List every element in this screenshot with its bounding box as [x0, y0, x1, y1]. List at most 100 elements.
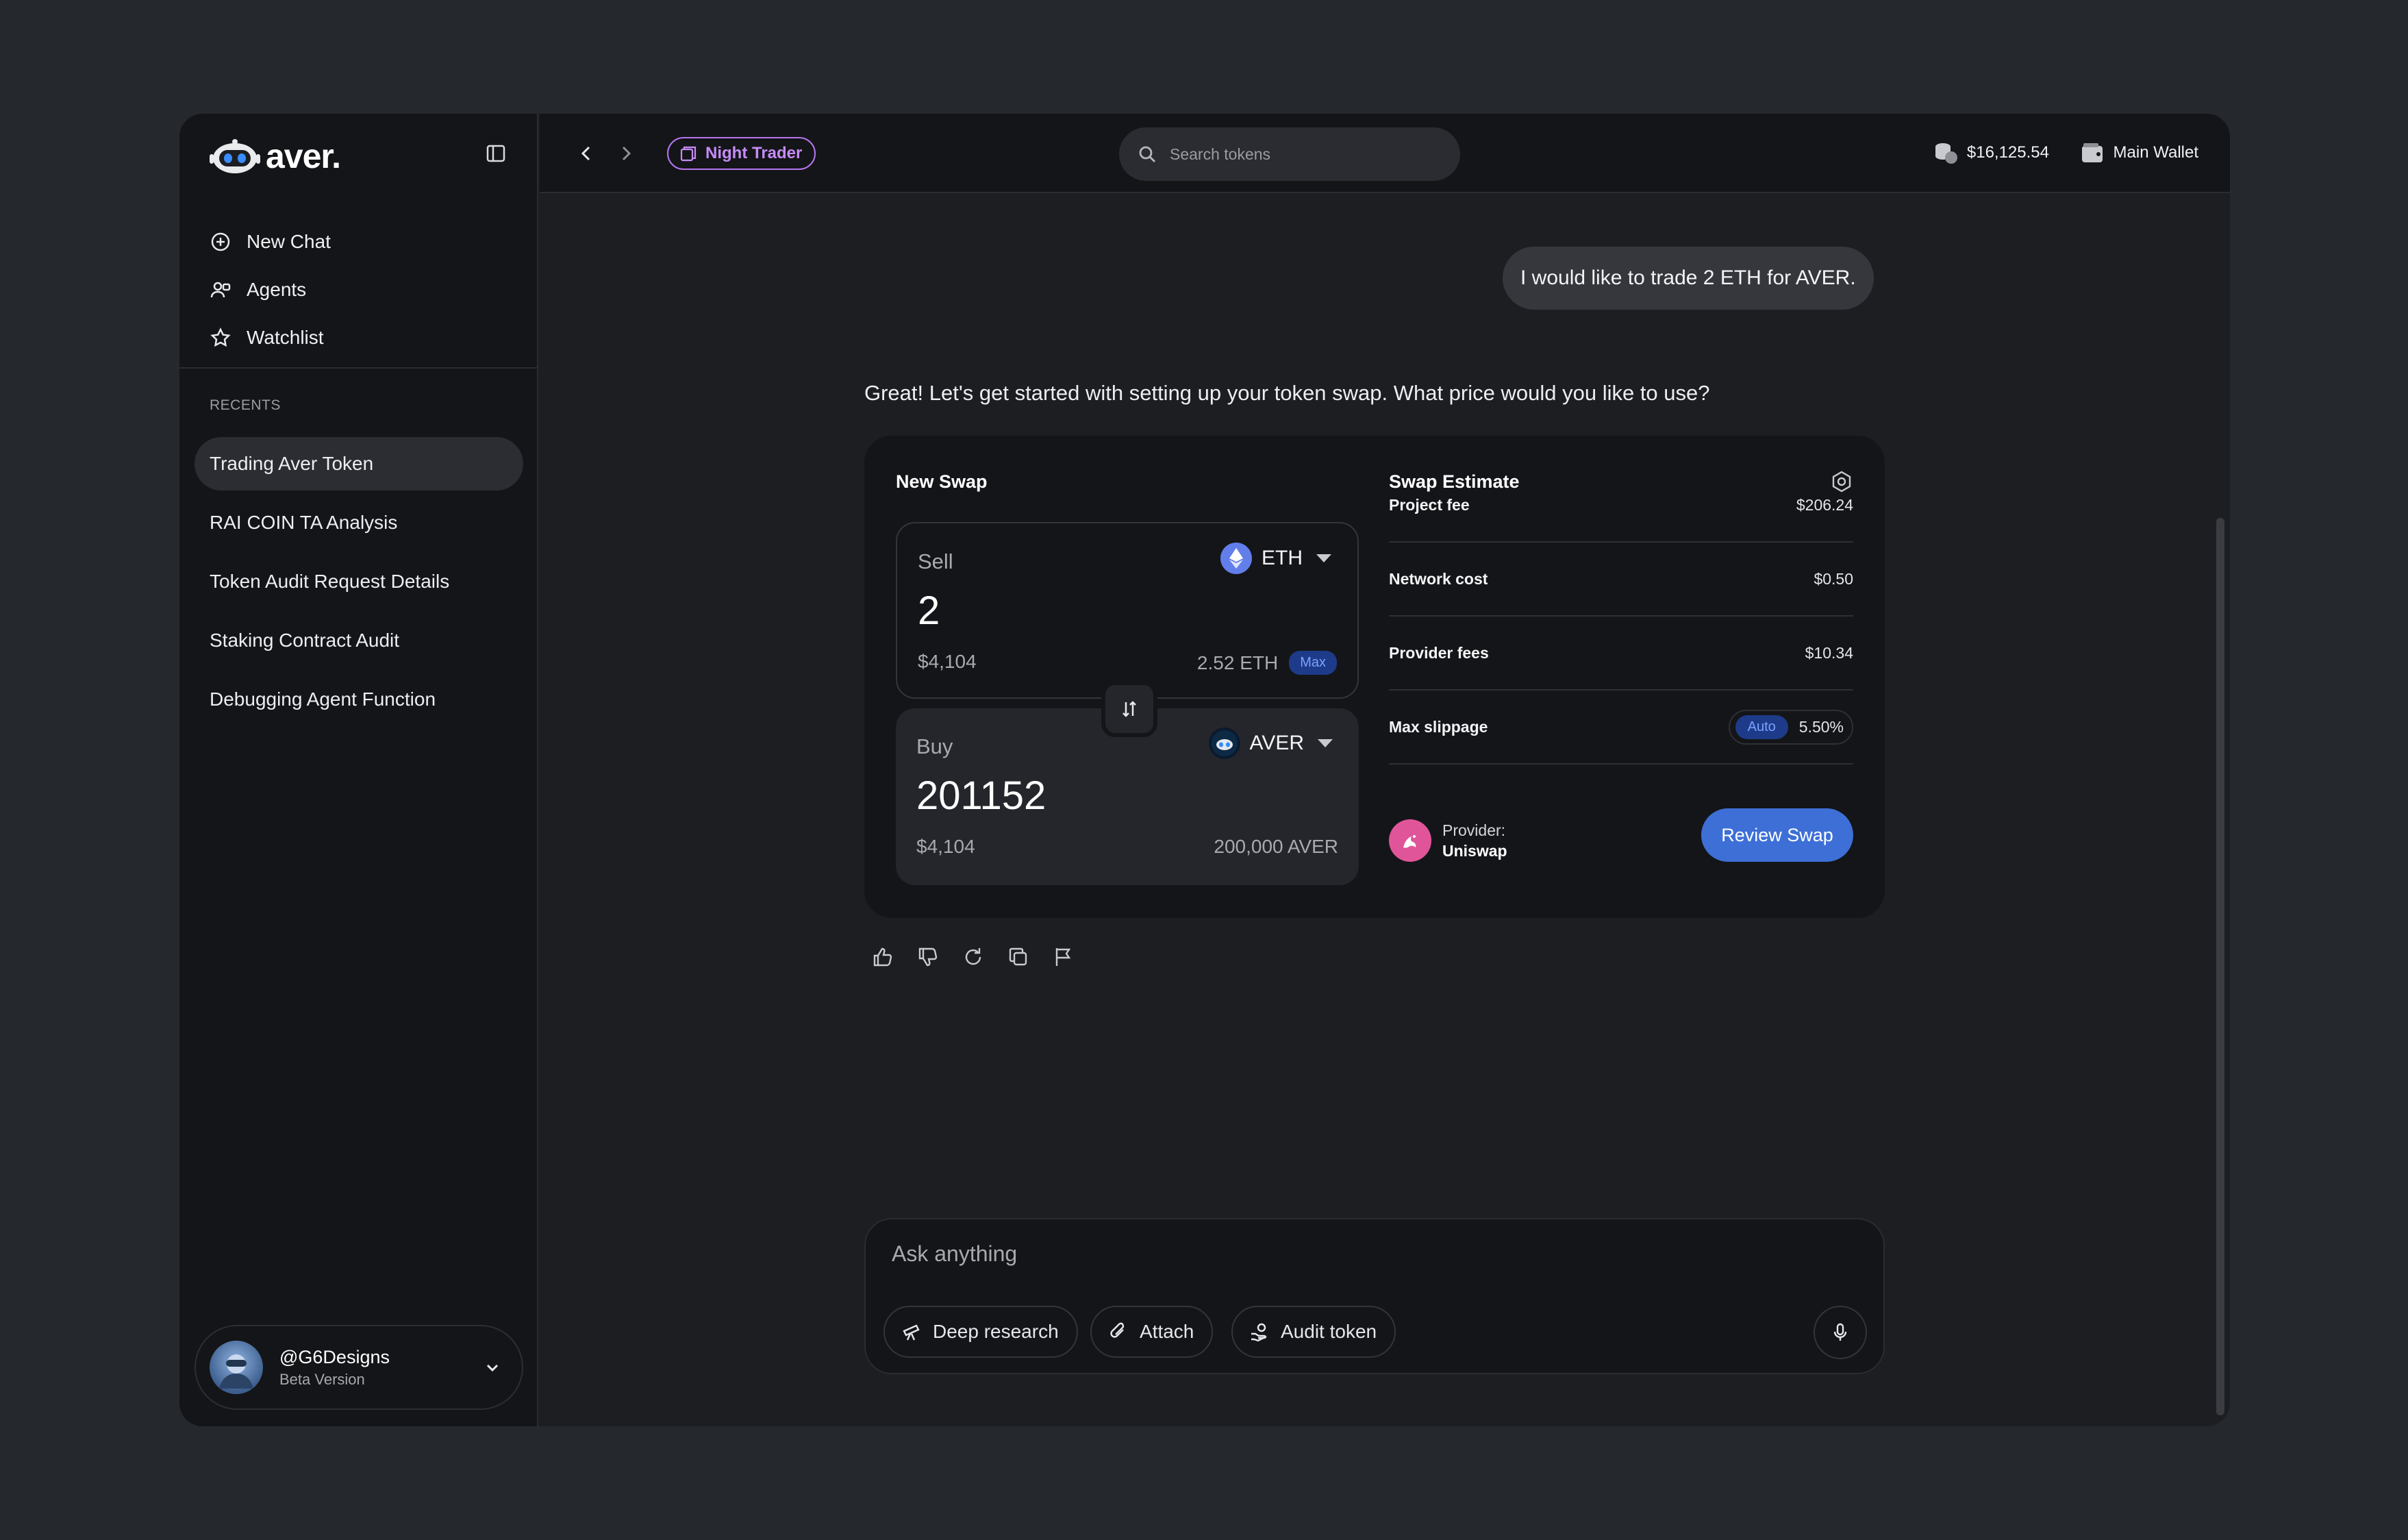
watchlist-button[interactable]: Watchlist	[210, 314, 331, 362]
recent-item-staking-audit[interactable]: Staking Contract Audit	[195, 614, 523, 667]
agent-badge-label: Night Trader	[705, 144, 803, 162]
recents-list: Trading Aver Token RAI COIN TA Analysis …	[195, 437, 523, 732]
regenerate-icon[interactable]	[962, 945, 985, 969]
new-swap-title: New Swap	[896, 471, 988, 492]
project-fee-value: $206.24	[1796, 495, 1853, 514]
buy-token-name: AVER	[1249, 732, 1304, 754]
sidebar: aver. New Chat Agents Watchlist RECENTS	[179, 114, 538, 1426]
microphone-icon	[1833, 1323, 1847, 1341]
deep-research-button[interactable]: Deep research	[883, 1306, 1078, 1358]
sidebar-nav: New Chat Agents Watchlist	[210, 218, 331, 362]
top-bar: Night Trader $16,125.54 Main Wallet	[540, 114, 2230, 193]
sell-usd-value: $4,104	[918, 651, 977, 672]
avatar	[210, 1341, 263, 1394]
provider-info: Provider: Uniswap	[1389, 819, 1507, 862]
max-button[interactable]: Max	[1289, 651, 1337, 675]
max-slippage-row: Max slippage Auto 5.50%	[1389, 691, 1853, 765]
coins-icon	[1935, 143, 1957, 164]
message-actions	[871, 945, 1097, 969]
sell-panel[interactable]: Sell ETH 2 $4,104 2.52 ETH Max	[896, 522, 1359, 699]
network-cost-label: Network cost	[1389, 569, 1488, 588]
eth-icon	[1220, 543, 1252, 574]
sell-amount-input[interactable]: 2	[918, 588, 940, 634]
sell-balance: 2.52 ETH	[1196, 651, 1279, 673]
telescope-icon	[903, 1324, 920, 1341]
flag-icon[interactable]	[1052, 945, 1075, 969]
network-cost-row: Network cost $0.50	[1389, 543, 1853, 617]
network-cost-value: $0.50	[1814, 569, 1853, 588]
search-bar[interactable]	[1119, 127, 1460, 181]
microphone-button[interactable]	[1814, 1306, 1867, 1359]
sidebar-toggle-icon[interactable]	[485, 142, 507, 164]
uniswap-logo-icon	[1389, 819, 1431, 862]
project-fee-label: Project fee	[1389, 495, 1470, 514]
buy-token-selector[interactable]: AVER	[1208, 728, 1333, 759]
provider-fees-label: Provider fees	[1389, 643, 1489, 662]
wallet-label: Main Wallet	[2113, 143, 2198, 162]
slippage-control[interactable]: Auto 5.50%	[1728, 709, 1853, 745]
nav-label-new-chat: New Chat	[247, 231, 331, 252]
balance-display[interactable]: $16,125.54	[1933, 140, 2049, 166]
profile-menu[interactable]: @G6Designs Beta Version	[195, 1325, 523, 1410]
aver-token-icon	[1208, 728, 1240, 759]
message-composer[interactable]: Ask anything Deep research Attach Audit …	[864, 1218, 1885, 1374]
buy-label: Buy	[916, 734, 953, 758]
recents-heading: RECENTS	[210, 397, 281, 413]
new-chat-button[interactable]: New Chat	[210, 218, 331, 266]
provider-label: Provider:	[1442, 821, 1506, 839]
robot-logo-icon	[210, 138, 260, 175]
nav-label-watchlist: Watchlist	[247, 327, 324, 348]
deep-research-label: Deep research	[933, 1321, 1059, 1342]
composer-input[interactable]: Ask anything	[892, 1241, 1017, 1267]
audit-token-button[interactable]: Audit token	[1231, 1306, 1396, 1358]
slippage-value: 5.50%	[1798, 717, 1844, 736]
review-swap-button[interactable]: Review Swap	[1701, 808, 1853, 862]
agent-badge[interactable]: Night Trader	[667, 137, 816, 170]
audit-token-icon	[1251, 1323, 1267, 1342]
sell-token-selector[interactable]: ETH	[1220, 543, 1331, 574]
thumbs-down-icon[interactable]	[916, 945, 940, 969]
cube-icon	[680, 146, 697, 162]
attach-label: Attach	[1140, 1321, 1194, 1342]
assistant-message: Great! Let's get started with setting up…	[864, 381, 1710, 405]
project-fee-row: Project fee $206.24	[1389, 469, 1853, 543]
provider-fees-row: Provider fees $10.34	[1389, 617, 1853, 691]
attach-button[interactable]: Attach	[1090, 1306, 1214, 1358]
back-arrow-icon[interactable]	[575, 142, 597, 164]
thumbs-up-icon[interactable]	[871, 945, 894, 969]
slippage-auto-toggle[interactable]: Auto	[1735, 715, 1788, 739]
search-input[interactable]	[1170, 145, 1444, 164]
sell-label: Sell	[918, 549, 953, 573]
flip-swap-button[interactable]	[1101, 681, 1157, 737]
recent-item-token-audit[interactable]: Token Audit Request Details	[195, 555, 523, 608]
nav-label-agents: Agents	[247, 279, 307, 300]
scrollbar[interactable]	[2216, 518, 2224, 1415]
recent-item-trading-aver-token[interactable]: Trading Aver Token	[195, 437, 523, 490]
recent-item-rai-coin-ta[interactable]: RAI COIN TA Analysis	[195, 496, 523, 549]
buy-balance: 200,000 AVER	[1214, 836, 1338, 857]
user-message-bubble: I would like to trade 2 ETH for AVER.	[1503, 247, 1874, 310]
audit-token-label: Audit token	[1281, 1321, 1377, 1342]
sidebar-divider	[179, 367, 538, 369]
buy-usd-value: $4,104	[916, 836, 975, 857]
buy-amount-input[interactable]: 201152	[916, 773, 1046, 819]
caret-down-icon	[1316, 554, 1331, 562]
wallet-selector[interactable]: Main Wallet	[2079, 140, 2198, 166]
plus-circle-icon	[211, 232, 230, 251]
max-slippage-label: Max slippage	[1389, 717, 1488, 736]
caret-down-icon	[1318, 739, 1333, 747]
forward-arrow-icon[interactable]	[615, 142, 637, 164]
recent-item-debugging-agent[interactable]: Debugging Agent Function	[195, 673, 523, 726]
agents-button[interactable]: Agents	[210, 266, 331, 314]
app-window: aver. New Chat Agents Watchlist RECENTS	[179, 114, 2230, 1426]
logo[interactable]: aver.	[210, 134, 341, 178]
profile-name: @G6Designs	[279, 1346, 390, 1367]
chevron-down-icon[interactable]	[482, 1358, 503, 1378]
search-icon	[1139, 146, 1155, 162]
balance-value: $16,125.54	[1966, 143, 2049, 162]
copy-icon[interactable]	[1007, 945, 1030, 969]
wallet-icon	[2081, 143, 2103, 162]
star-icon	[210, 327, 231, 347]
provider-fees-value: $10.34	[1805, 643, 1853, 662]
swap-arrows-icon	[1123, 701, 1136, 717]
